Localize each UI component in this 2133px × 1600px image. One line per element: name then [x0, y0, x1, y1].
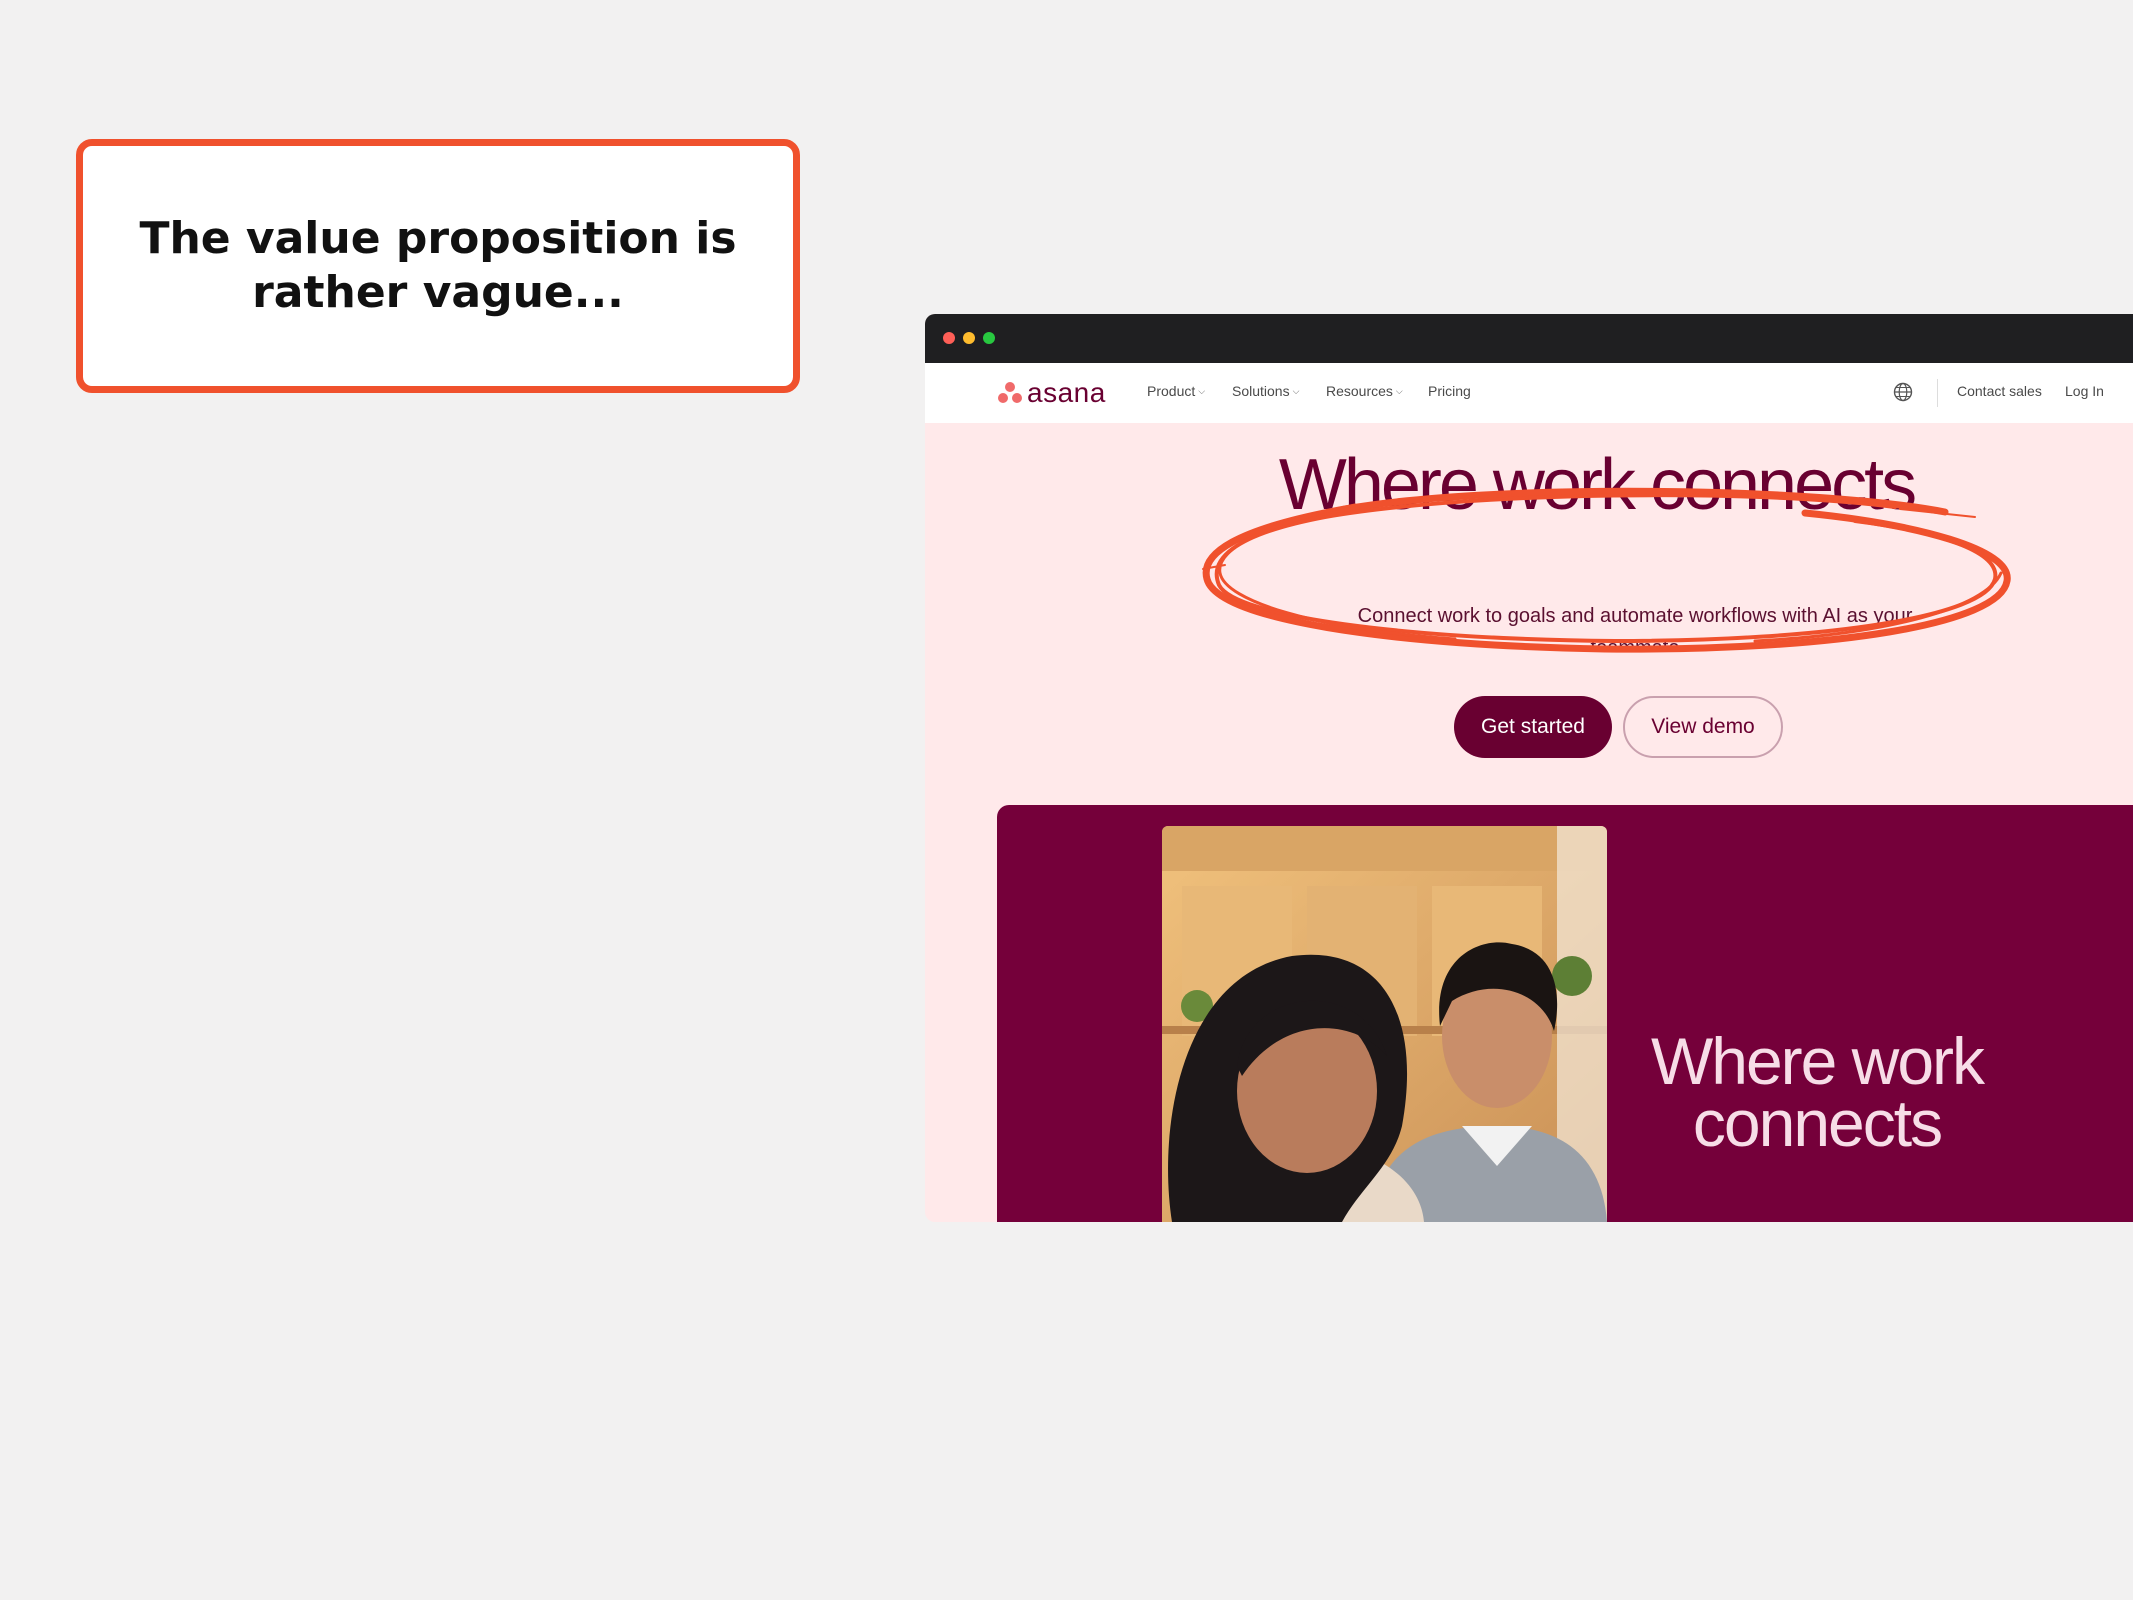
nav-item-label: Product — [1147, 383, 1196, 399]
contact-sales-link[interactable]: Contact sales — [1957, 383, 2042, 399]
nav-item-label: Pricing — [1428, 383, 1471, 399]
browser-window: asana Product ⌵ Solutions ⌵ Resources ⌵ … — [925, 314, 2133, 1222]
hero-subtitle: Connect work to goals and automate workf… — [1357, 605, 1913, 648]
logo-wordmark: asana — [1027, 377, 1106, 408]
globe-icon[interactable] — [1893, 382, 1913, 402]
nav-divider — [1937, 379, 1938, 407]
hero-video-panel[interactable]: Where work connects — [997, 805, 2133, 1222]
maximize-window-icon[interactable] — [983, 332, 995, 344]
chevron-down-icon: ⌵ — [1198, 385, 1206, 396]
asana-logo[interactable]: asana — [997, 377, 1106, 409]
chevron-down-icon: ⌵ — [1395, 385, 1403, 396]
minimize-window-icon[interactable] — [963, 332, 975, 344]
nav-item-resources[interactable]: Resources ⌵ — [1326, 383, 1403, 399]
nav-item-product[interactable]: Product ⌵ — [1147, 383, 1205, 399]
nav-item-solutions[interactable]: Solutions ⌵ — [1232, 383, 1299, 399]
login-link[interactable]: Log In — [2065, 383, 2104, 399]
chevron-down-icon: ⌵ — [1292, 385, 1300, 396]
nav-item-label: Resources — [1326, 383, 1393, 399]
callout-text: The value proposition is rather vague... — [139, 213, 737, 318]
close-window-icon[interactable] — [943, 332, 955, 344]
nav-item-pricing[interactable]: Pricing — [1428, 383, 1471, 399]
nav-item-label: Solutions — [1232, 383, 1290, 399]
hero-title: Where work connects — [1278, 445, 1917, 525]
annotation-callout: The value proposition is rather vague... — [76, 139, 800, 393]
browser-titlebar — [925, 314, 2133, 363]
hero-photo — [1162, 826, 1607, 1222]
asana-logo-icon — [997, 380, 1023, 406]
site-navbar: asana Product ⌵ Solutions ⌵ Resources ⌵ … — [925, 363, 2133, 423]
get-started-button[interactable]: Get started — [1454, 696, 1612, 758]
view-demo-button[interactable]: View demo — [1623, 696, 1783, 758]
video-panel-title: Where work connects — [1650, 1024, 1985, 1160]
